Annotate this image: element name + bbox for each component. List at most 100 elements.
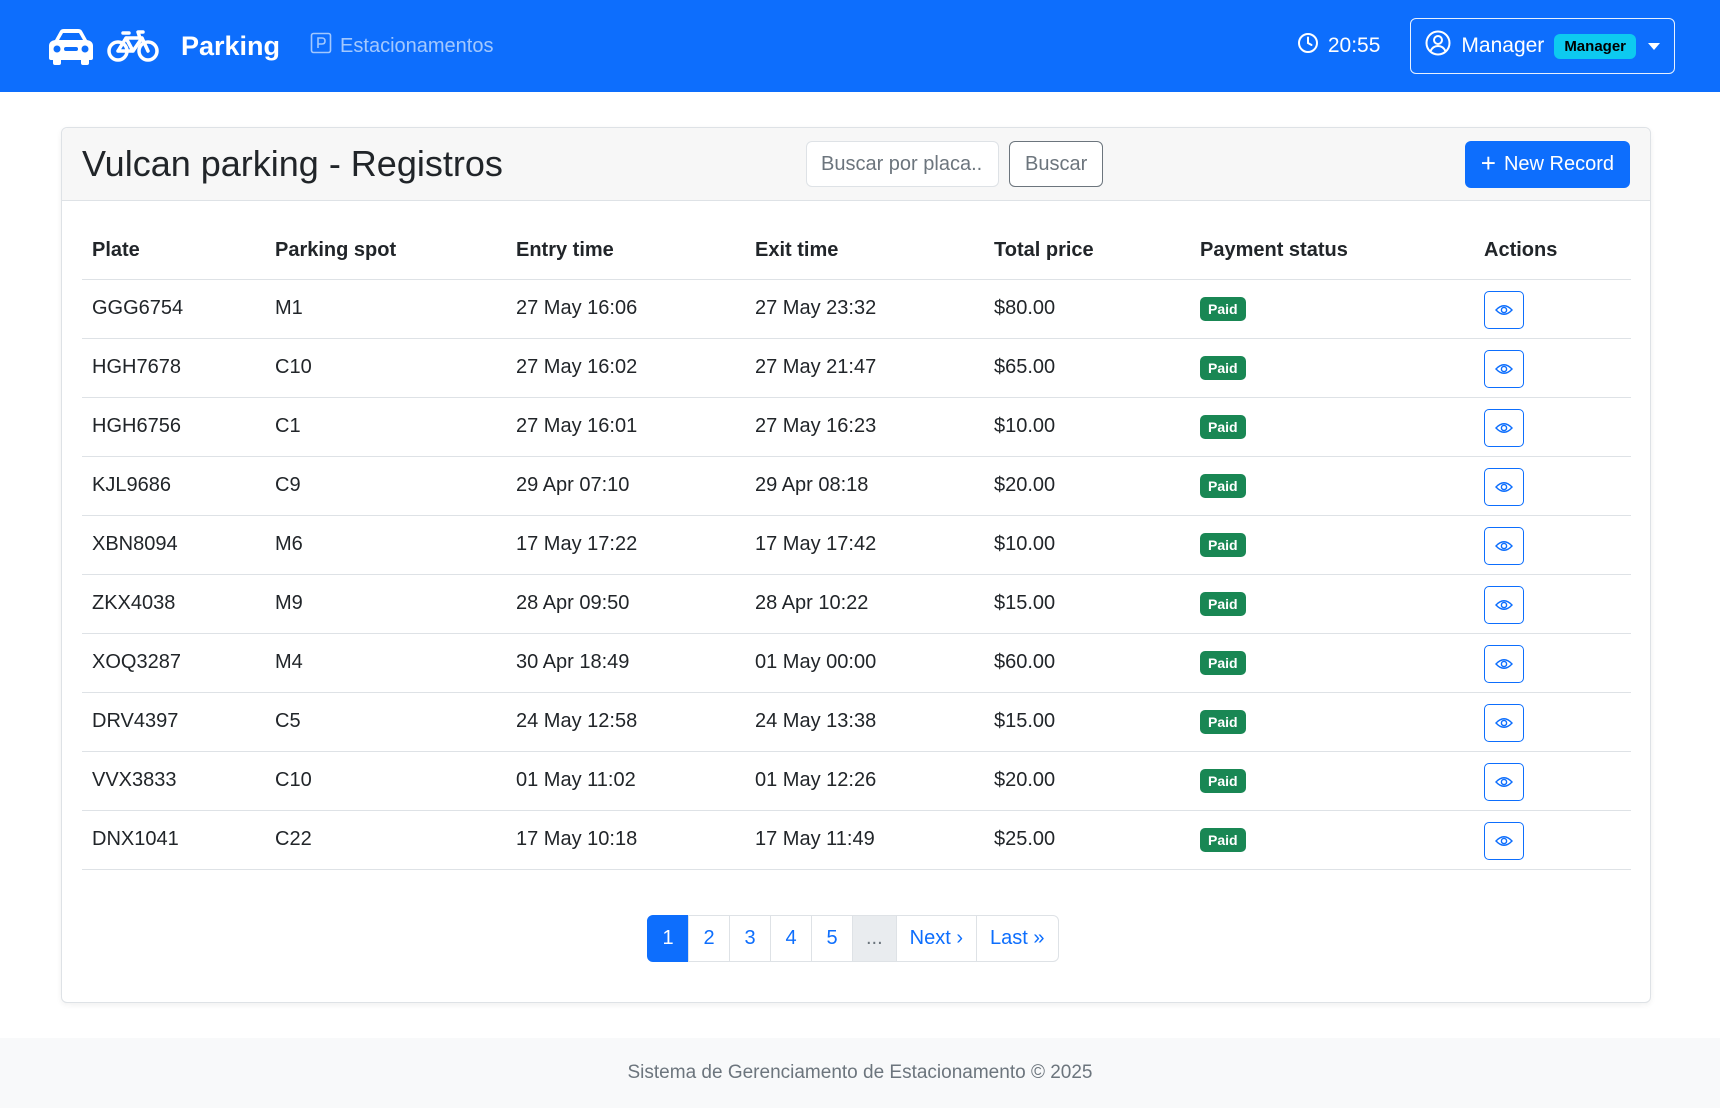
actions-cell: [1474, 515, 1631, 575]
spot-cell: C5: [265, 692, 506, 752]
spot-cell: M6: [265, 515, 506, 575]
pagination: 1 2 3 4 5 ... Next › Last »: [647, 915, 1059, 962]
page-title: Vulcan parking - Registros: [82, 143, 503, 184]
spot-cell: M9: [265, 574, 506, 634]
view-record-button[interactable]: [1484, 350, 1524, 388]
total-price-cell: $65.00: [984, 338, 1190, 398]
payment-status-cell: Paid: [1190, 338, 1474, 398]
status-badge: Paid: [1200, 473, 1246, 498]
eye-icon: [1495, 362, 1513, 376]
exit-time-cell: 27 May 23:32: [745, 279, 984, 339]
eye-icon: [1495, 834, 1513, 848]
plate-cell: DNX1041: [82, 810, 265, 870]
actions-cell: [1474, 397, 1631, 457]
car-icon: [45, 26, 97, 66]
entry-time-cell: 28 Apr 09:50: [506, 574, 745, 634]
brand-name: Parking: [181, 30, 281, 61]
user-circle-icon: [1425, 30, 1451, 62]
exit-time-cell: 29 Apr 08:18: [745, 456, 984, 516]
nav-link-estacionamentos[interactable]: Estacionamentos: [310, 32, 493, 60]
payment-status-cell: Paid: [1190, 810, 1474, 870]
page-5-button[interactable]: 5: [811, 915, 853, 962]
footer-text: Sistema de Gerenciamento de Estacionamen…: [627, 1062, 1093, 1083]
entry-time-cell: 27 May 16:06: [506, 279, 745, 339]
eye-icon: [1495, 480, 1513, 494]
page-3-button[interactable]: 3: [729, 915, 771, 962]
pagination-ellipsis: ...: [852, 915, 897, 962]
view-record-button[interactable]: [1484, 645, 1524, 683]
exit-time-cell: 17 May 11:49: [745, 810, 984, 870]
payment-status-cell: Paid: [1190, 279, 1474, 339]
chevron-down-icon: [1648, 42, 1660, 50]
actions-cell: [1474, 810, 1631, 870]
status-badge: Paid: [1200, 827, 1246, 852]
view-record-button[interactable]: [1484, 822, 1524, 860]
nav-link-label: Estacionamentos: [340, 34, 494, 57]
top-navbar: Parking Estacionamentos 20:55 Manager Ma…: [0, 0, 1720, 92]
exit-time-cell: 27 May 16:23: [745, 397, 984, 457]
parking-sign-icon: [310, 32, 332, 60]
view-record-button[interactable]: [1484, 527, 1524, 565]
entry-time-cell: 24 May 12:58: [506, 692, 745, 752]
new-record-button[interactable]: + New Record: [1464, 140, 1630, 188]
brand-link[interactable]: Parking: [45, 26, 280, 66]
actions-cell: [1474, 574, 1631, 634]
actions-cell: [1474, 633, 1631, 693]
actions-cell: [1474, 338, 1631, 398]
spot-cell: C1: [265, 397, 506, 457]
view-record-button[interactable]: [1484, 291, 1524, 329]
page-2-button[interactable]: 2: [688, 915, 730, 962]
page-4-button[interactable]: 4: [770, 915, 812, 962]
table-row: XOQ3287 M4 30 Apr 18:49 01 May 00:00 $60.00 P…: [82, 633, 1631, 693]
total-price-cell: $10.00: [984, 515, 1190, 575]
table-row: ZKX4038 M9 28 Apr 09:50 28 Apr 10:22 $15.00 P…: [82, 574, 1631, 634]
view-record-button[interactable]: [1484, 586, 1524, 624]
eye-icon: [1495, 598, 1513, 612]
spot-cell: C9: [265, 456, 506, 516]
payment-status-cell: Paid: [1190, 574, 1474, 634]
last-page-button[interactable]: Last »: [976, 915, 1059, 962]
payment-status-cell: Paid: [1190, 692, 1474, 752]
exit-time-cell: 01 May 12:26: [745, 751, 984, 811]
plate-cell: XOQ3287: [82, 633, 265, 693]
spot-cell: M4: [265, 633, 506, 693]
payment-status-cell: Paid: [1190, 515, 1474, 575]
payment-status-cell: Paid: [1190, 633, 1474, 693]
user-name: Manager: [1461, 34, 1545, 57]
exit-time-cell: 28 Apr 10:22: [745, 574, 984, 634]
plate-search-input[interactable]: [806, 141, 999, 187]
view-record-button[interactable]: [1484, 704, 1524, 742]
page-1-button[interactable]: 1: [647, 915, 689, 962]
view-record-button[interactable]: [1484, 763, 1524, 801]
records-table: Plate Parking spot Entry time Exit time …: [82, 223, 1631, 870]
total-price-cell: $60.00: [984, 633, 1190, 693]
status-badge: Paid: [1200, 709, 1246, 734]
table-row: GGG6754 M1 27 May 16:06 27 May 23:32 $80.00 P…: [82, 279, 1631, 339]
exit-time-cell: 01 May 00:00: [745, 633, 984, 693]
table-row: VVX3833 C10 01 May 11:02 01 May 12:26 $20.00…: [82, 751, 1631, 811]
status-badge: Paid: [1200, 650, 1246, 675]
total-price-cell: $20.00: [984, 456, 1190, 516]
search-button[interactable]: Buscar: [1009, 141, 1104, 187]
entry-time-cell: 17 May 17:22: [506, 515, 745, 575]
plate-cell: GGG6754: [82, 279, 265, 339]
entry-time-cell: 30 Apr 18:49: [506, 633, 745, 693]
view-record-button[interactable]: [1484, 409, 1524, 447]
plate-cell: ZKX4038: [82, 574, 265, 634]
total-price-cell: $15.00: [984, 574, 1190, 634]
eye-icon: [1495, 539, 1513, 553]
eye-icon: [1495, 421, 1513, 435]
actions-cell: [1474, 279, 1631, 339]
plate-cell: HGH7678: [82, 338, 265, 398]
spot-cell: C22: [265, 810, 506, 870]
column-header-plate: Plate: [82, 223, 265, 280]
column-header-exit: Exit time: [745, 223, 984, 280]
table-header-row: Plate Parking spot Entry time Exit time …: [82, 223, 1631, 280]
actions-cell: [1474, 751, 1631, 811]
next-page-button[interactable]: Next ›: [895, 915, 978, 962]
table-row: DNX1041 C22 17 May 10:18 17 May 11:49 $25.00…: [82, 810, 1631, 870]
table-row: HGH6756 C1 27 May 16:01 27 May 16:23 $10.00 P…: [82, 397, 1631, 457]
user-menu-button[interactable]: Manager Manager: [1410, 18, 1675, 74]
exit-time-cell: 17 May 17:42: [745, 515, 984, 575]
view-record-button[interactable]: [1484, 468, 1524, 506]
